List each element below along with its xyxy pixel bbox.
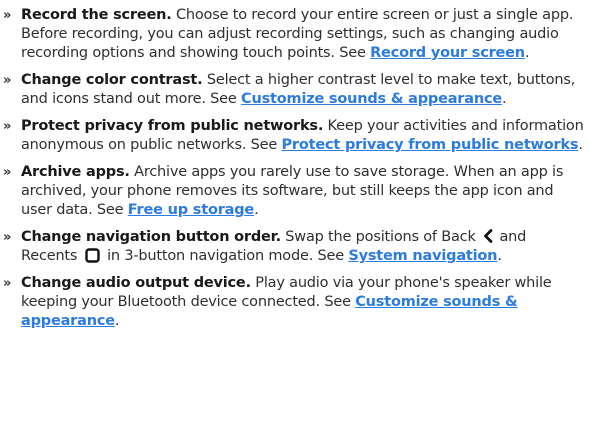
- item-end: .: [501, 91, 507, 107]
- list-item-protect-privacy: » Protect privacy from public networks. …: [0, 117, 590, 155]
- bullet-marker: »: [3, 276, 12, 291]
- item-end: .: [254, 202, 259, 218]
- protect-privacy-link[interactable]: Protect privacy from public networks: [282, 137, 579, 153]
- item-end: .: [524, 45, 530, 61]
- list-item-color-contrast: » Change color contrast. Select a higher…: [0, 71, 590, 109]
- item-title: Archive apps.: [21, 164, 130, 180]
- bullet-marker: »: [3, 73, 12, 88]
- list-item-archive-apps: » Archive apps. Archive apps you rarely …: [0, 163, 590, 220]
- list-item-nav-button-order: » Change navigation button order. Swap t…: [0, 228, 590, 266]
- free-up-storage-link[interactable]: Free up storage: [128, 202, 254, 218]
- bullet-marker: »: [3, 8, 12, 23]
- item-title: Change navigation button order.: [21, 229, 281, 245]
- bullet-marker: »: [3, 165, 12, 180]
- item-end: .: [114, 313, 120, 329]
- item-title: Change audio output device.: [21, 275, 251, 291]
- recents-square-icon: [84, 248, 100, 263]
- list-item-audio-output: » Change audio output device. Play audio…: [0, 274, 590, 331]
- item-title: Record the screen.: [21, 7, 172, 23]
- bullet-marker: »: [3, 230, 12, 245]
- bullet-marker: »: [3, 119, 12, 134]
- back-chevron-icon: [484, 229, 493, 243]
- item-end: .: [578, 137, 583, 153]
- item-title: Protect privacy from public networks.: [21, 118, 324, 134]
- record-your-screen-link[interactable]: Record your screen: [370, 45, 525, 61]
- item-text: in 3-button navigation mode. See: [102, 248, 349, 264]
- list-item-record-screen: » Record the screen. Choose to record yo…: [0, 6, 590, 63]
- customize-sounds-appearance-link[interactable]: Customize sounds & appearance: [241, 91, 502, 107]
- item-end: .: [497, 248, 502, 264]
- system-navigation-link[interactable]: System navigation: [348, 248, 497, 264]
- item-text: Swap the positions of Back: [280, 229, 481, 245]
- feature-list: » Record the screen. Choose to record yo…: [0, 6, 590, 339]
- item-title: Change color contrast.: [21, 72, 203, 88]
